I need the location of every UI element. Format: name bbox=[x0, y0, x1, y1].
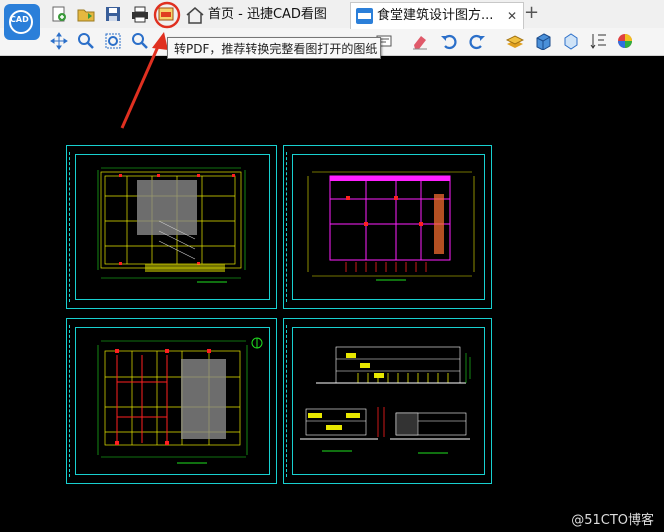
tab-home-label: 首页 - 迅捷CAD看图 bbox=[208, 7, 327, 22]
floor-plan-2 bbox=[307, 171, 475, 281]
new-file-icon[interactable] bbox=[50, 5, 68, 23]
floor-plan-1 bbox=[97, 167, 246, 283]
tab-document-label: 食堂建筑设计图方... bbox=[377, 8, 494, 23]
layers-icon[interactable] bbox=[506, 32, 524, 50]
pan-icon[interactable] bbox=[50, 32, 68, 50]
drawing-sheet-3[interactable] bbox=[66, 318, 277, 484]
undo-icon[interactable] bbox=[440, 32, 458, 50]
color-wheel-icon[interactable] bbox=[616, 32, 634, 50]
drawing-sheet-2[interactable] bbox=[283, 145, 492, 309]
save-icon[interactable] bbox=[104, 5, 122, 23]
zoom-realtime-icon[interactable] bbox=[77, 32, 95, 50]
tooltip-text: 转PDF，推荐转换完整看图打开的图纸 bbox=[174, 42, 378, 56]
close-tab-icon[interactable]: ✕ bbox=[507, 3, 517, 29]
highlight-circle bbox=[153, 1, 181, 29]
text-sort-icon[interactable] bbox=[590, 32, 608, 50]
floor-plan-3 bbox=[97, 337, 263, 464]
3d-view-icon[interactable] bbox=[562, 32, 580, 50]
sheet-edge-marks bbox=[286, 325, 290, 477]
home-icon bbox=[186, 7, 204, 24]
add-tab-button[interactable]: + bbox=[524, 4, 539, 22]
print-icon[interactable] bbox=[131, 5, 149, 23]
open-folder-icon[interactable] bbox=[77, 5, 95, 23]
drawing-sheet-1[interactable] bbox=[66, 145, 277, 309]
elevation-drawings bbox=[300, 346, 471, 454]
tooltip: 转PDF，推荐转换完整看图打开的图纸 bbox=[167, 37, 381, 59]
tab-document[interactable]: 食堂建筑设计图方... ✕ bbox=[350, 2, 524, 29]
cad-file-icon bbox=[356, 8, 373, 24]
annotation-arrow bbox=[120, 32, 168, 129]
watermark: @51CTO博客 bbox=[571, 513, 654, 528]
sheet-edge-marks bbox=[286, 152, 290, 302]
eraser-icon[interactable] bbox=[411, 32, 429, 50]
sheet-edge-marks bbox=[69, 325, 73, 477]
3d-box-icon[interactable] bbox=[534, 32, 552, 50]
logo-text: CAD bbox=[10, 15, 29, 24]
sheet-edge-marks bbox=[69, 152, 73, 302]
drawing-sheet-4[interactable] bbox=[283, 318, 492, 484]
tab-home[interactable]: 首页 - 迅捷CAD看图 bbox=[186, 2, 342, 28]
redo-icon[interactable] bbox=[468, 32, 486, 50]
app-logo[interactable]: CAD bbox=[4, 4, 40, 40]
